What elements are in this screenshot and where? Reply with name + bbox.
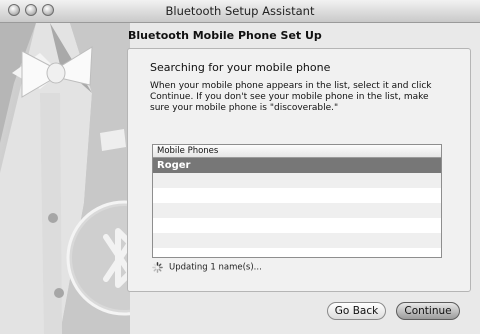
list-item-roger[interactable]: Roger: [153, 158, 441, 173]
title-bar: Bluetooth Setup Assistant: [0, 0, 480, 23]
tuxedo-illustration-graphic: [0, 23, 130, 334]
status-text: Updating 1 name(s)...: [169, 262, 262, 273]
progress-spinner-icon: [152, 262, 163, 273]
mobile-phones-list[interactable]: Mobile Phones Roger: [152, 144, 442, 258]
list-item[interactable]: [153, 173, 441, 188]
tuxedo-bluetooth-illustration: [0, 23, 130, 334]
page-heading: Bluetooth Mobile Phone Set Up: [128, 29, 322, 42]
continue-button[interactable]: Continue: [396, 302, 460, 320]
list-column-header[interactable]: Mobile Phones: [153, 145, 441, 158]
list-item[interactable]: [153, 203, 441, 218]
instructions-text: When your mobile phone appears in the li…: [150, 81, 432, 113]
list-item[interactable]: [153, 218, 441, 233]
list-item[interactable]: [153, 248, 441, 257]
setup-assistant-window: Bluetooth Setup Assistant Bluetooth Mobi…: [0, 0, 480, 334]
list-item[interactable]: [153, 188, 441, 203]
window-title: Bluetooth Setup Assistant: [165, 4, 315, 18]
go-back-button[interactable]: Go Back: [327, 302, 386, 320]
search-status: Updating 1 name(s)...: [152, 262, 262, 273]
page-subheading: Searching for your mobile phone: [150, 61, 331, 74]
list-item[interactable]: [153, 233, 441, 248]
